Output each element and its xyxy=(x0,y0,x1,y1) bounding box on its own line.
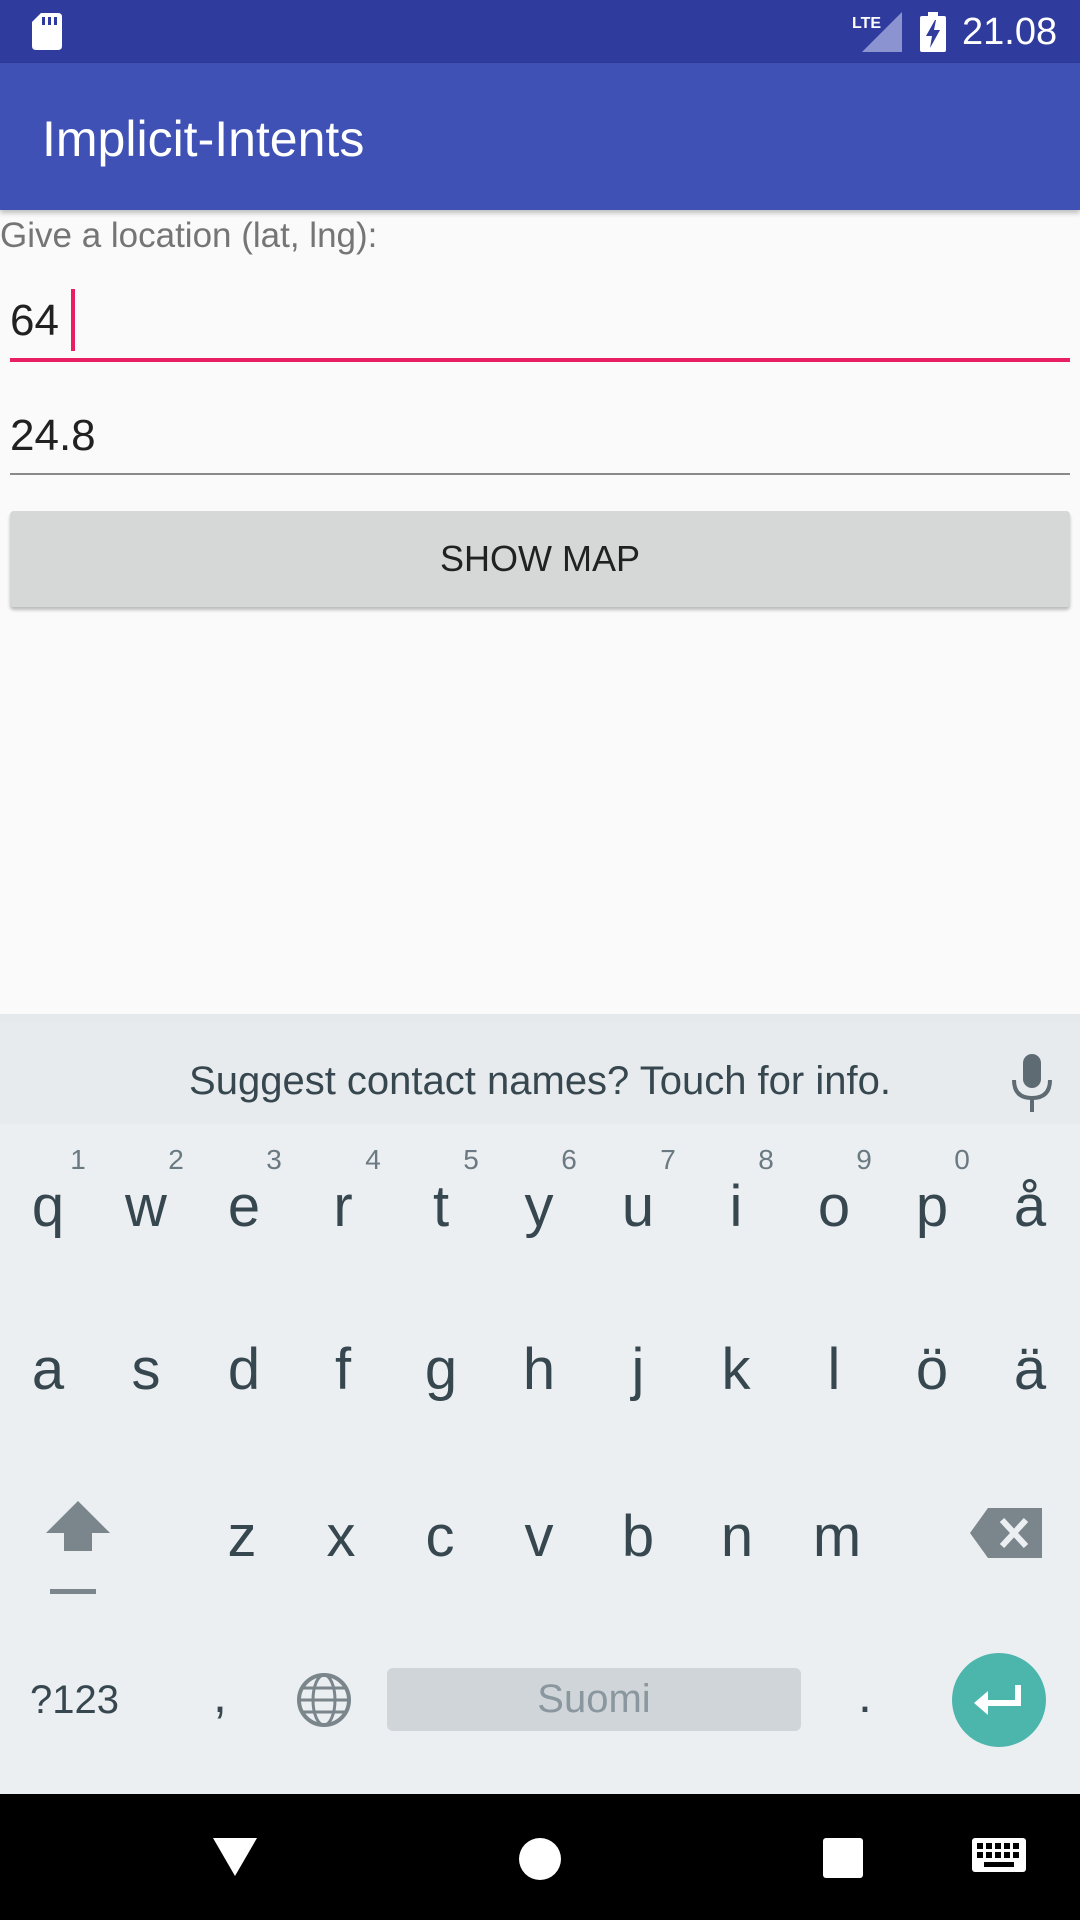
navigation-bar xyxy=(0,1794,1080,1920)
key-x[interactable]: x xyxy=(296,1502,386,1572)
key-hint-8: 8 xyxy=(758,1144,774,1175)
show-map-button[interactable]: SHOW MAP xyxy=(10,511,1070,607)
key-hint-9: 9 xyxy=(856,1144,872,1175)
enter-key[interactable] xyxy=(952,1653,1046,1747)
longitude-input[interactable]: 24.8 xyxy=(10,405,1070,475)
key-b[interactable]: b xyxy=(593,1502,683,1572)
battery-charging-icon xyxy=(920,12,946,52)
network-label: LTE xyxy=(852,15,881,32)
key-j[interactable]: j xyxy=(593,1335,683,1405)
shift-icon[interactable] xyxy=(40,1495,116,1601)
key-n[interactable]: n xyxy=(692,1502,782,1572)
longitude-value: 24.8 xyxy=(10,411,96,460)
symbols-key[interactable]: ?123 xyxy=(30,1670,130,1730)
location-prompt-label: Give a location (lat, lng): xyxy=(0,216,378,255)
text-cursor xyxy=(71,289,75,351)
back-icon[interactable] xyxy=(213,1838,257,1878)
app-bar: Implicit-Intents xyxy=(0,63,1080,210)
key-f[interactable]: f xyxy=(298,1335,388,1405)
sd-card-icon xyxy=(32,13,62,50)
key-ö[interactable]: ö xyxy=(887,1335,977,1405)
clock: 21.08 xyxy=(962,11,1058,53)
key-w[interactable]: w xyxy=(101,1172,191,1242)
key-t[interactable]: t xyxy=(396,1172,486,1242)
key-hint-0: 0 xyxy=(954,1144,970,1175)
key-a[interactable]: a xyxy=(3,1335,93,1405)
status-bar: LTE 21.08 xyxy=(0,0,1080,63)
app-title: Implicit-Intents xyxy=(42,111,365,167)
key-d[interactable]: d xyxy=(199,1335,289,1405)
key-q[interactable]: q xyxy=(3,1172,93,1242)
key-g[interactable]: g xyxy=(396,1335,486,1405)
mic-icon[interactable] xyxy=(1010,1054,1054,1112)
key-l[interactable]: l xyxy=(789,1335,879,1405)
key-s[interactable]: s xyxy=(101,1335,191,1405)
keyboard-icon[interactable] xyxy=(972,1838,1026,1876)
recents-icon[interactable] xyxy=(823,1838,863,1878)
globe-icon[interactable] xyxy=(296,1672,352,1728)
key-y[interactable]: y xyxy=(494,1172,584,1242)
key-hint-1: 1 xyxy=(70,1144,86,1175)
latitude-input[interactable]: 64 xyxy=(10,289,1070,362)
key-v[interactable]: v xyxy=(494,1502,584,1572)
period-key[interactable]: . xyxy=(845,1665,885,1725)
enter-icon xyxy=(974,1685,1021,1715)
home-icon[interactable] xyxy=(519,1838,561,1880)
key-i[interactable]: i xyxy=(691,1172,781,1242)
key-p[interactable]: p xyxy=(887,1172,977,1242)
key-hint-4: 4 xyxy=(365,1144,381,1175)
key-r[interactable]: r xyxy=(298,1172,388,1242)
key-h[interactable]: h xyxy=(494,1335,584,1405)
key-u[interactable]: u xyxy=(593,1172,683,1242)
key-ä[interactable]: ä xyxy=(985,1335,1075,1405)
key-hint-2: 2 xyxy=(168,1144,184,1175)
key-å[interactable]: å xyxy=(985,1172,1075,1242)
lte-signal-icon: LTE xyxy=(852,12,902,52)
key-c[interactable]: c xyxy=(395,1502,485,1572)
key-z[interactable]: z xyxy=(197,1502,287,1572)
key-hint-7: 7 xyxy=(660,1144,676,1175)
latitude-value: 64 xyxy=(10,296,59,345)
key-e[interactable]: e xyxy=(199,1172,289,1242)
key-hint-6: 6 xyxy=(561,1144,577,1175)
key-hint-5: 5 xyxy=(463,1144,479,1175)
suggestion-strip[interactable]: Suggest contact names? Touch for info. xyxy=(0,1014,1080,1124)
space-key[interactable]: Suomi xyxy=(387,1668,801,1731)
suggestion-text[interactable]: Suggest contact names? Touch for info. xyxy=(0,1057,1080,1105)
comma-key[interactable]: , xyxy=(200,1665,240,1725)
backspace-icon[interactable] xyxy=(970,1508,1042,1558)
key-m[interactable]: m xyxy=(792,1502,882,1572)
key-k[interactable]: k xyxy=(691,1335,781,1405)
key-o[interactable]: o xyxy=(789,1172,879,1242)
key-hint-3: 3 xyxy=(266,1144,282,1175)
